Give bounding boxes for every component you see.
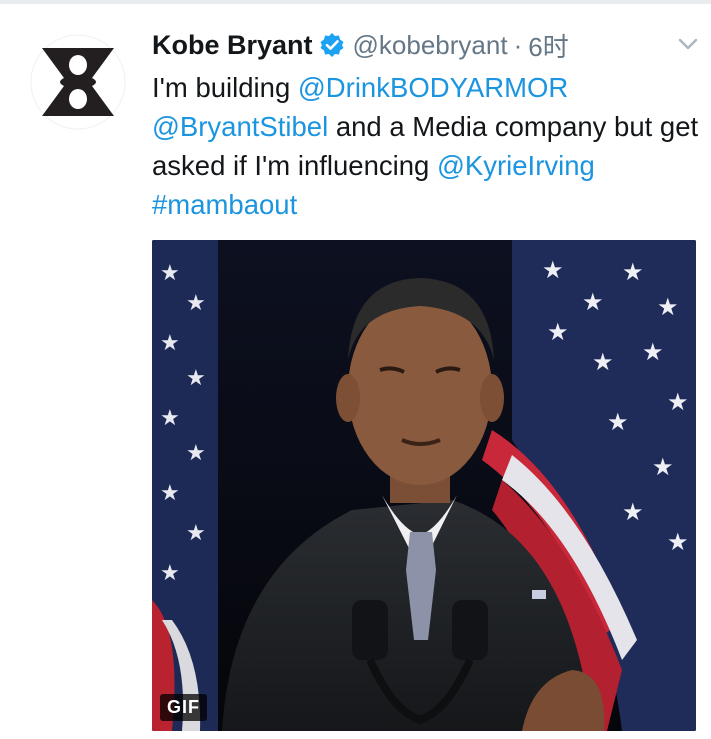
mention-link[interactable]: @BryantStibel — [152, 111, 328, 142]
svg-text:★: ★ — [542, 257, 564, 284]
display-name[interactable]: Kobe Bryant — [152, 30, 313, 61]
svg-text:★: ★ — [642, 339, 664, 366]
svg-text:★: ★ — [657, 294, 679, 321]
svg-text:★: ★ — [160, 260, 180, 285]
svg-text:★: ★ — [607, 409, 629, 436]
mention-link[interactable]: @DrinkBODYARMOR — [298, 72, 568, 103]
svg-text:★: ★ — [186, 365, 206, 390]
svg-text:★: ★ — [652, 454, 674, 481]
hourglass-logo-icon — [30, 34, 126, 130]
tweet-text: I'm building @DrinkBODYARMOR @BryantStib… — [152, 68, 700, 224]
hashtag-link[interactable]: #mambaout — [152, 189, 297, 220]
timestamp[interactable]: 6时 — [528, 27, 568, 64]
svg-text:★: ★ — [622, 499, 644, 526]
svg-text:★: ★ — [582, 289, 604, 316]
svg-text:★: ★ — [592, 349, 614, 376]
top-divider — [0, 0, 711, 4]
verified-badge-icon — [319, 32, 345, 58]
tweet-content: Kobe Bryant @kobebryant · 6时 I'm buildin… — [152, 26, 700, 224]
mention-link[interactable]: @KyrieIrving — [437, 150, 595, 181]
svg-text:★: ★ — [160, 405, 180, 430]
svg-text:★: ★ — [186, 520, 206, 545]
profile-avatar[interactable] — [30, 34, 126, 130]
svg-text:★: ★ — [547, 319, 569, 346]
svg-text:★: ★ — [622, 259, 644, 286]
svg-text:★: ★ — [160, 560, 180, 585]
text-segment: I'm building — [152, 72, 298, 103]
chevron-down-icon[interactable] — [676, 32, 700, 56]
user-handle[interactable]: @kobebryant — [353, 30, 508, 61]
svg-text:★: ★ — [667, 529, 689, 556]
svg-text:★: ★ — [667, 389, 689, 416]
svg-text:★: ★ — [160, 330, 180, 355]
tweet-header: Kobe Bryant @kobebryant · 6时 — [152, 26, 700, 64]
separator-dot: · — [513, 29, 523, 60]
svg-text:★: ★ — [160, 480, 180, 505]
svg-text:★: ★ — [186, 440, 206, 465]
gif-media[interactable]: ★ ★ ★ ★ ★ ★ ★ ★ ★ ★ ★ ★ ★ ★ ★ ★ ★ ★ ★ ★ ★ — [152, 240, 696, 731]
gif-badge: GIF — [160, 694, 207, 721]
svg-text:★: ★ — [186, 290, 206, 315]
gif-preview-image: ★★ ★★ ★★ ★★ ★ ★★ ★★ ★★ ★★ ★★ ★★ — [152, 240, 696, 731]
